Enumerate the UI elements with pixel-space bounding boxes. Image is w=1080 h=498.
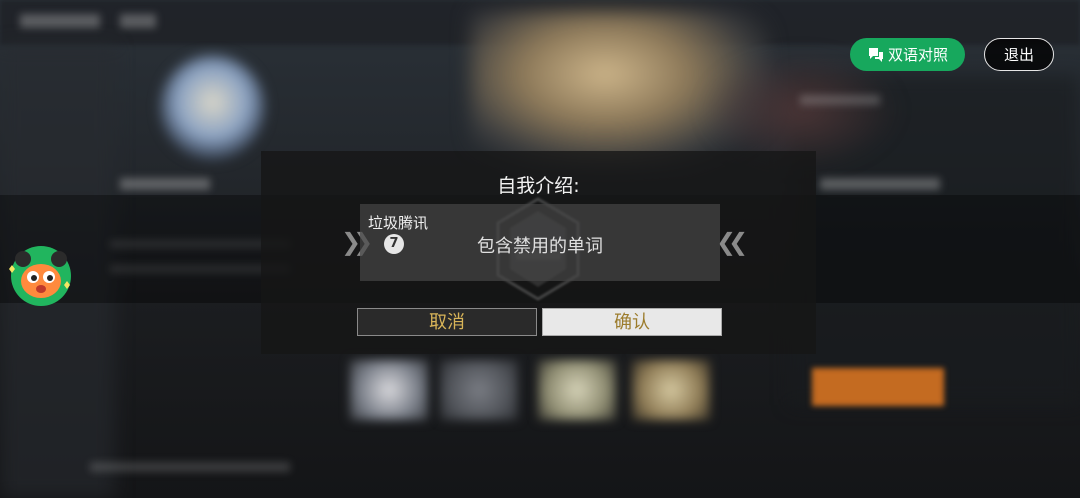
background-blur-text <box>90 462 290 472</box>
background-blur-text <box>120 14 156 28</box>
background-blur-text <box>20 14 100 28</box>
dialog-title: 自我介绍: <box>497 175 580 197</box>
background-card <box>538 360 616 420</box>
input-error-box[interactable]: 垃圾腾讯 7 包含禁用的单词 <box>360 204 720 281</box>
self-intro-dialog: 自我介绍: ❯❯ ❮❮ 垃圾腾讯 7 包含禁用的单词 取消 确认 <box>261 151 816 354</box>
translate-bubble-icon <box>868 47 883 62</box>
background-avatar <box>160 55 265 160</box>
error-message: 包含禁用的单词 <box>477 236 603 257</box>
exit-button[interactable]: 退出 <box>984 38 1054 71</box>
background-card <box>632 360 710 420</box>
background-orange-button <box>812 368 944 406</box>
background-card <box>440 360 518 420</box>
background-blur-text <box>820 178 940 190</box>
background-blur-text <box>120 178 210 190</box>
bilingual-label: 双语对照 <box>887 46 948 64</box>
mascot-icon[interactable] <box>9 243 73 307</box>
intro-input-value[interactable]: 垃圾腾讯 <box>368 212 428 233</box>
bilingual-toggle-button[interactable]: 双语对照 <box>850 38 965 71</box>
cancel-button[interactable]: 取消 <box>357 308 537 336</box>
background-card <box>350 360 428 420</box>
background-blur-text <box>800 95 880 105</box>
confirm-button[interactable]: 确认 <box>542 308 722 336</box>
